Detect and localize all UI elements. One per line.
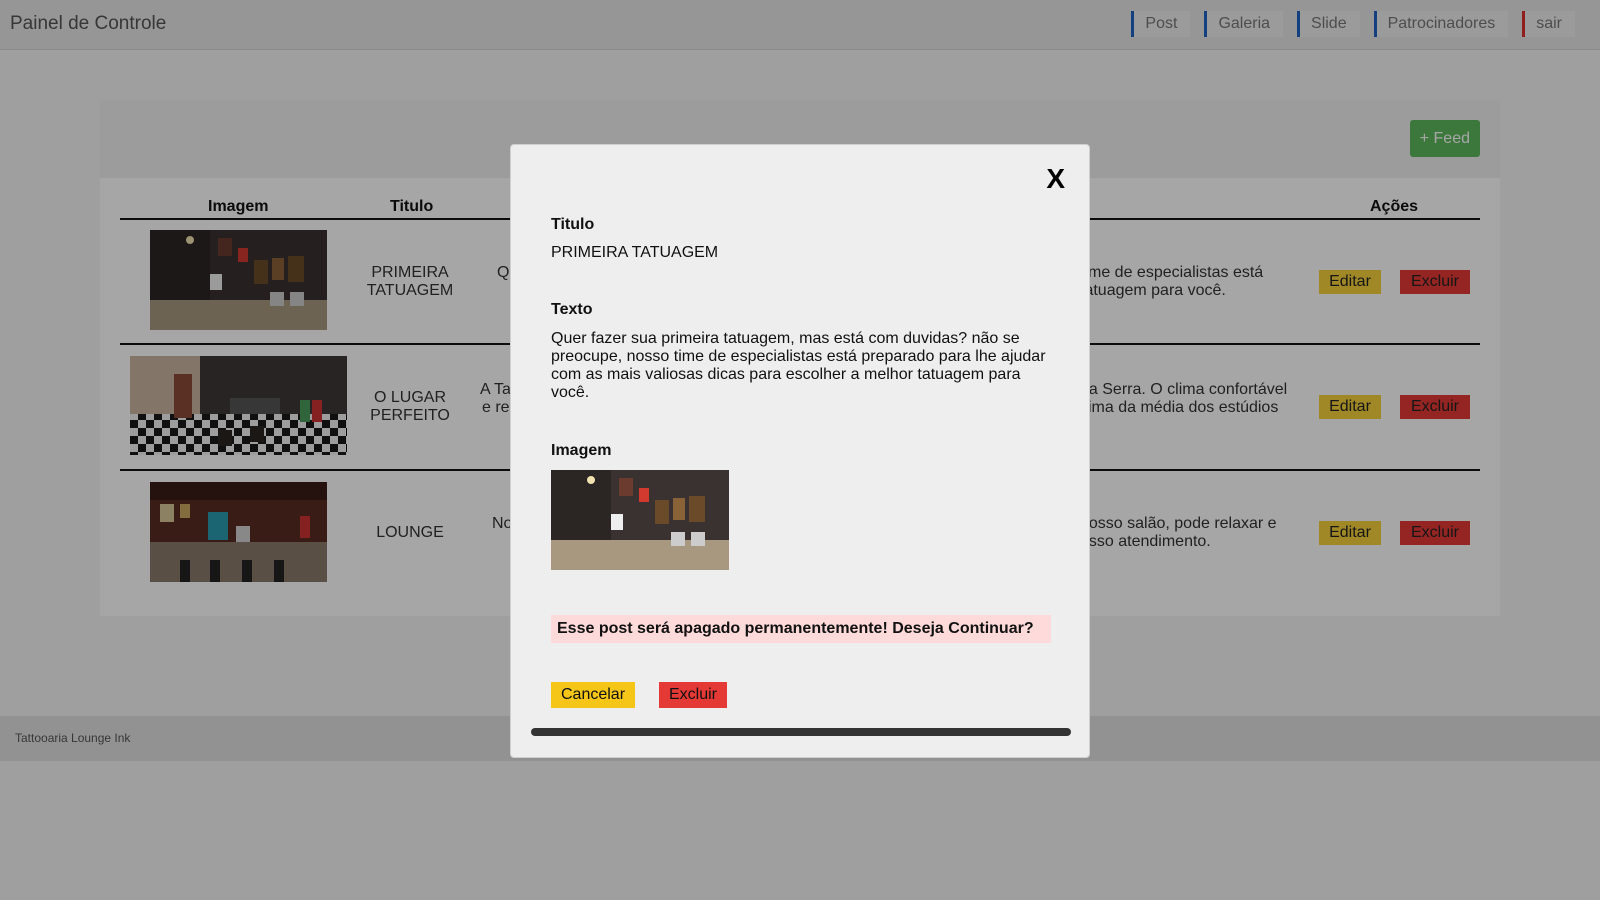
modal-imagem-label: Imagem [551,442,612,459]
modal-titulo-label: Titulo [551,216,595,233]
cancel-button[interactable]: Cancelar [551,682,636,708]
delete-warning-message: Esse post será apagado permanentemente! … [551,615,1051,643]
close-icon[interactable]: X [1046,163,1065,195]
modal-scrollbar[interactable] [531,728,1071,736]
modal-post-image [551,470,729,570]
modal-texto-label: Texto [551,301,593,318]
modal-titulo-value: PRIMEIRA TATUAGEM [551,244,719,261]
delete-confirm-modal: X Titulo PRIMEIRA TATUAGEM Texto Quer fa… [510,144,1090,758]
modal-texto-value: Quer fazer sua primeira tatuagem, mas es… [551,330,1046,401]
confirm-delete-button[interactable]: Excluir [659,682,728,708]
